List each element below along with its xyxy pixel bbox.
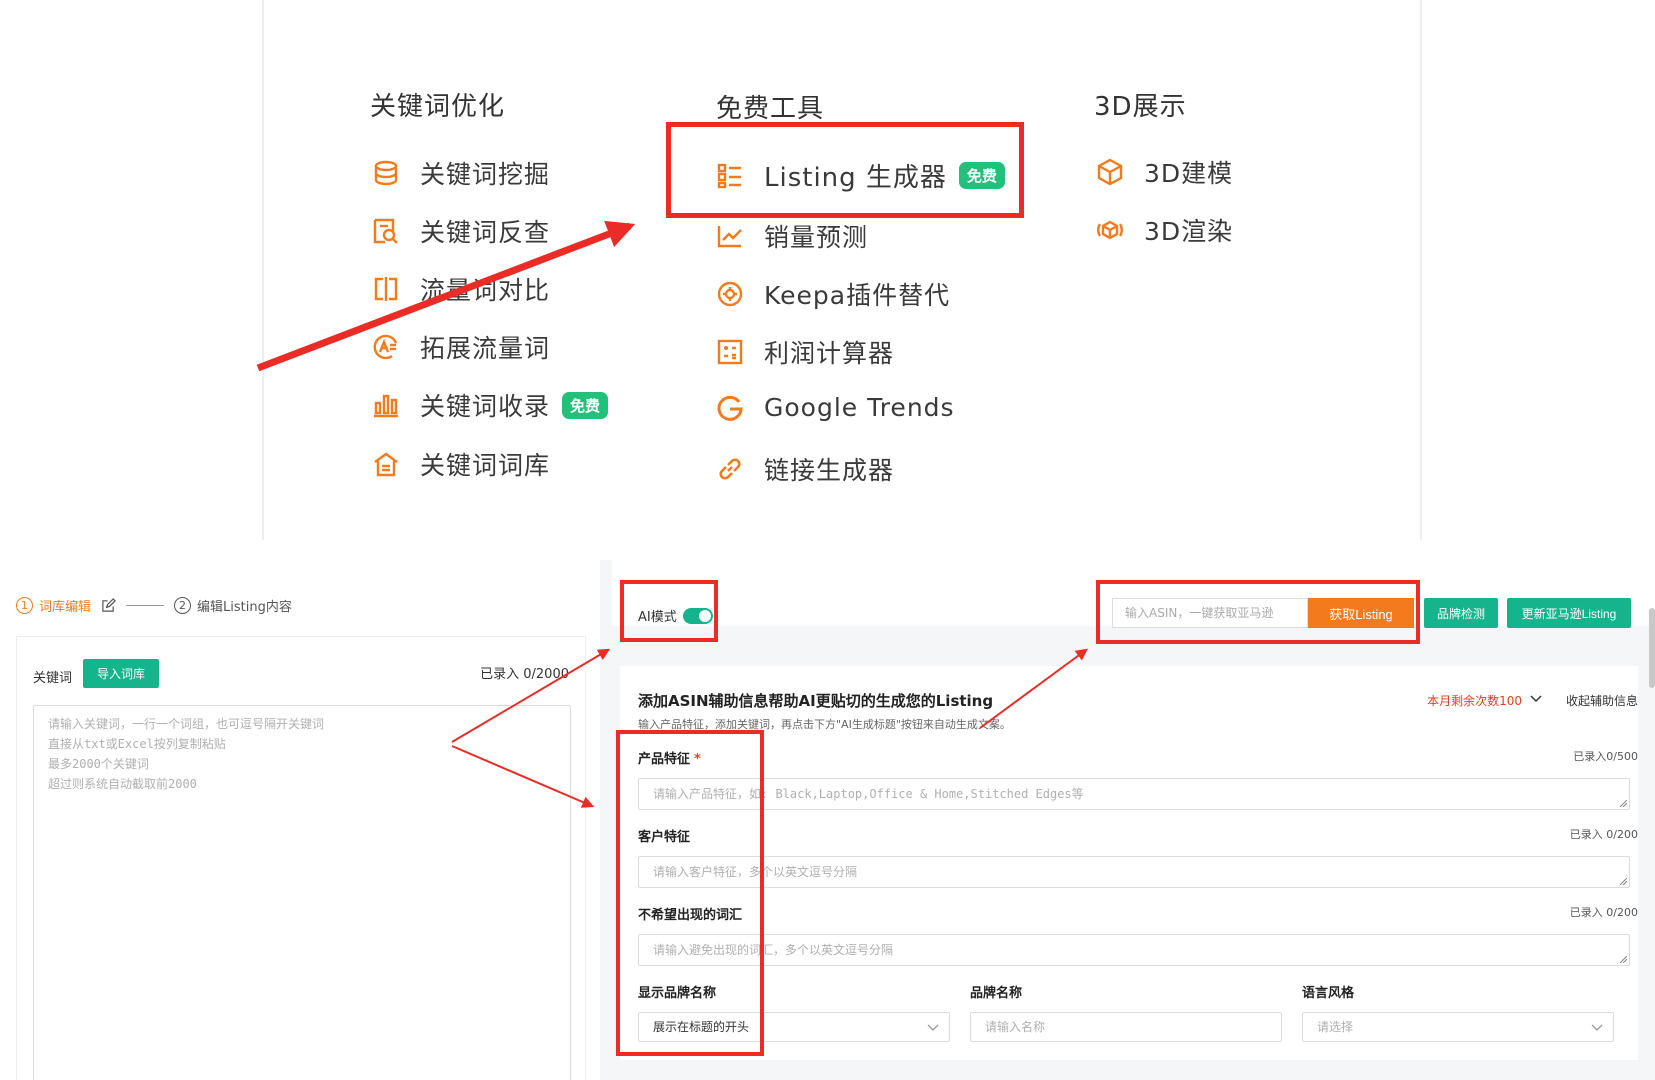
step-2[interactable]: 2 编辑Listing内容 (174, 596, 292, 615)
menu-item-google-trends[interactable]: Google Trends (716, 393, 955, 422)
bar-chart-icon (374, 394, 398, 418)
database-icon (374, 160, 398, 186)
product-feature-count: 已录入0/500 (1573, 750, 1638, 763)
menu-item-keyword-library[interactable]: 关键词词库 (372, 446, 550, 482)
language-style-placeholder: 请选择 (1317, 1020, 1354, 1034)
expand-keyword-icon (373, 334, 398, 360)
collapse-assist-info-link[interactable]: 收起辅助信息 (1566, 692, 1638, 709)
highlight-box-form-fields (616, 730, 764, 1056)
menu-item-traffic-compare[interactable]: 流量词对比 (372, 271, 550, 307)
render-cube-icon (1097, 220, 1123, 240)
scrollbar[interactable] (1649, 608, 1655, 688)
free-badge: 免费 (562, 391, 609, 419)
menu-item-label: 关键词词库 (420, 451, 551, 480)
menu-item-3d-modeling[interactable]: 3D建模 (1096, 154, 1233, 190)
menu-item-label: 关键词挖掘 (420, 160, 551, 189)
form-title: 添加ASIN辅助信息帮助AI更贴切的生成您的Listing (638, 692, 994, 710)
menu-item-label: 拓展流量词 (420, 334, 551, 363)
menu-item-label: 链接生成器 (764, 456, 895, 485)
tools-menu-panel: 关键词优化 关键词挖掘 关键词反查 流量词对比 拓展流量词 关键词收录 免费 关… (0, 0, 1655, 540)
step-1-label: 词库编辑 (39, 600, 92, 615)
menu-column-title-keyword-optimization: 关键词优化 (370, 92, 506, 122)
google-g-icon (717, 395, 743, 421)
step-1-number: 1 (16, 597, 33, 614)
calculator-icon (717, 339, 743, 365)
library-home-icon (374, 452, 398, 477)
compare-icon (374, 277, 398, 301)
link-icon (719, 458, 741, 480)
menu-item-link-generator[interactable]: 链接生成器 (716, 451, 894, 487)
highlight-box-listing-generator (666, 122, 1024, 218)
customer-feature-input[interactable]: 请输入客户特征，多个以英文逗号分隔 (638, 856, 1630, 888)
reverse-search-icon (373, 218, 398, 244)
menu-item-keepa-alternative[interactable]: Keepa插件替代 (716, 276, 950, 312)
menu-item-label: 流量词对比 (420, 276, 551, 305)
menu-item-label: Google Trends (764, 393, 955, 422)
keyword-textarea[interactable]: 请输入关键词，一行一个词组，也可逗号隔开关键词 直接从txt或Excel按列复制… (33, 705, 571, 1080)
menu-item-expand-traffic[interactable]: 拓展流量词 (372, 329, 550, 365)
brand-name-placeholder: 请输入名称 (985, 1020, 1046, 1034)
menu-item-label: 关键词收录 (420, 392, 551, 421)
chevron-down-icon (1591, 1024, 1603, 1031)
brand-check-button[interactable]: 品牌检测 (1424, 598, 1498, 628)
chevron-down-icon[interactable] (1530, 694, 1542, 704)
brand-name-label: 品牌名称 (970, 986, 1023, 1001)
step-2-label: 编辑Listing内容 (197, 600, 292, 615)
keyword-panel: 1 词库编辑 2 编辑Listing内容 关键词 导入词库 已录入 0/2000… (0, 560, 600, 1080)
language-style-label: 语言风格 (1302, 986, 1355, 1001)
product-feature-input[interactable]: 请输入产品特征，如: Black,Laptop,Office & Home,St… (638, 778, 1630, 810)
step-2-number: 2 (174, 597, 192, 614)
page: 关键词优化 关键词挖掘 关键词反查 流量词对比 拓展流量词 关键词收录 免费 关… (0, 0, 1655, 1080)
remaining-count: 本月剩余次数100 (1427, 694, 1522, 708)
keyword-card: 关键词 导入词库 已录入 0/2000 请输入关键词，一行一个词组，也可逗号隔开… (16, 636, 586, 1080)
edit-icon[interactable] (101, 598, 116, 613)
highlight-box-ai-mode (620, 580, 718, 642)
resize-handle-icon[interactable] (1620, 800, 1627, 807)
update-amazon-listing-button[interactable]: 更新亚马逊Listing (1507, 598, 1631, 628)
plugin-icon (717, 281, 743, 307)
chevron-down-icon (927, 1024, 939, 1031)
resize-handle-icon[interactable] (1620, 956, 1627, 963)
avoid-words-count: 已录入 0/200 (1569, 906, 1638, 919)
step-indicator: 1 词库编辑 2 编辑Listing内容 (16, 596, 292, 615)
menu-item-label: 3D渲染 (1144, 217, 1234, 246)
menu-item-label: 利润计算器 (764, 339, 895, 368)
menu-item-keyword-indexing[interactable]: 关键词收录 免费 (372, 387, 609, 423)
step-1[interactable]: 1 词库编辑 (16, 596, 91, 615)
menu-divider-left (262, 0, 264, 540)
menu-item-label: 销量预测 (764, 223, 869, 252)
import-library-button[interactable]: 导入词库 (83, 659, 160, 688)
menu-divider-right (1420, 0, 1422, 540)
menu-item-label: 3D建模 (1144, 159, 1234, 188)
menu-item-keyword-reverse[interactable]: 关键词反查 (372, 213, 550, 249)
highlight-box-asin-fetch (1096, 580, 1420, 644)
customer-feature-count: 已录入 0/200 (1569, 828, 1638, 841)
menu-column-title-3d-display: 3D展示 (1094, 92, 1187, 122)
menu-item-profit-calculator[interactable]: 利润计算器 (716, 334, 894, 370)
step-connector (126, 605, 165, 606)
menu-item-label: Keepa插件替代 (764, 281, 951, 310)
keyword-label: 关键词 (33, 671, 73, 686)
menu-item-keyword-mining[interactable]: 关键词挖掘 (372, 155, 550, 191)
language-style-select[interactable]: 请选择 (1302, 1012, 1614, 1042)
menu-column-title-free-tools: 免费工具 (716, 94, 825, 124)
resize-handle-icon[interactable] (1620, 878, 1627, 885)
menu-item-label: 关键词反查 (420, 218, 551, 247)
brand-name-input[interactable]: 请输入名称 (970, 1012, 1282, 1042)
assist-info-card: 添加ASIN辅助信息帮助AI更贴切的生成您的Listing 输入产品特征，添加关… (620, 666, 1638, 1060)
menu-item-sales-forecast[interactable]: 销量预测 (716, 218, 868, 254)
menu-item-3d-rendering[interactable]: 3D渲染 (1096, 212, 1233, 248)
sales-trend-icon (717, 226, 742, 248)
avoid-words-input[interactable]: 请输入避免出现的词汇，多个以英文逗号分隔 (638, 934, 1630, 966)
keyword-count: 已录入 0/2000 (480, 667, 569, 682)
cube-icon (1097, 158, 1123, 186)
